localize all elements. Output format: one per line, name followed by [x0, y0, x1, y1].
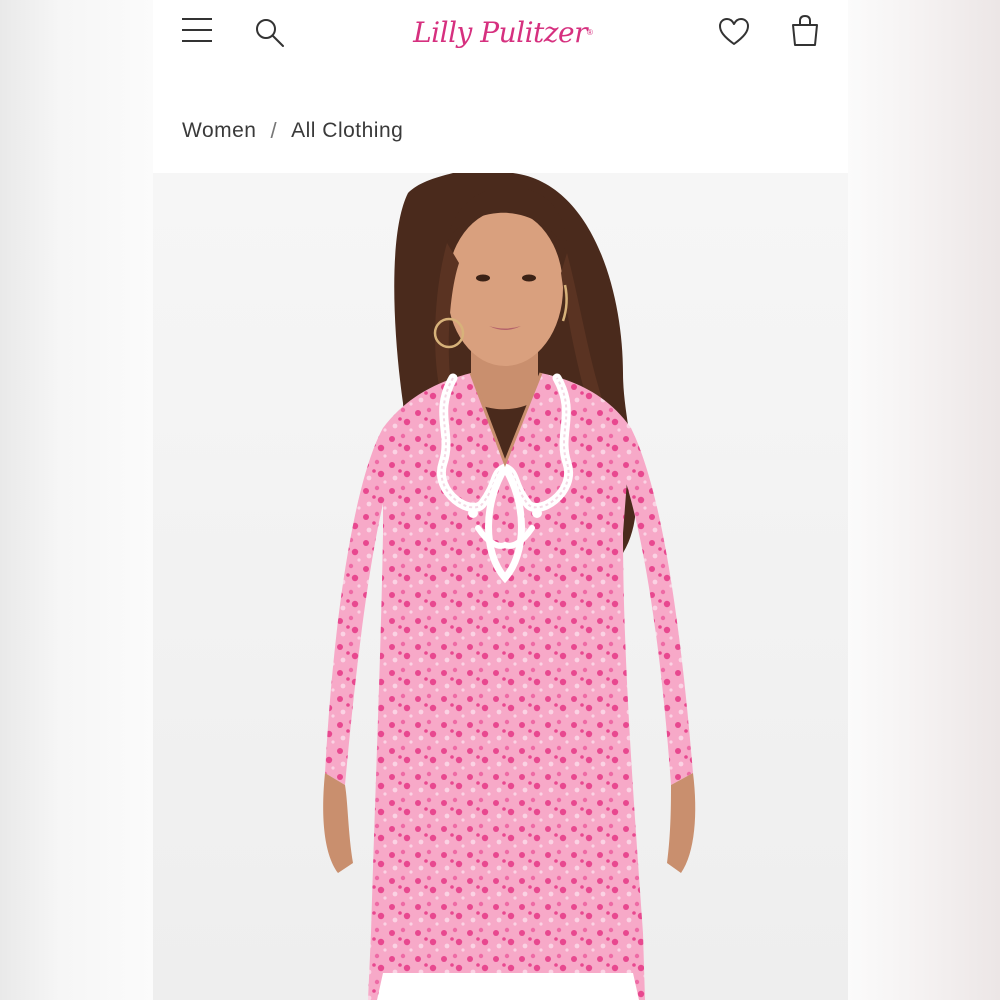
breadcrumb-separator: /	[270, 118, 278, 143]
registered-mark: ®	[587, 27, 593, 37]
search-icon[interactable]	[253, 16, 287, 50]
brand-logo[interactable]: Lilly Pulitzer ®	[403, 4, 603, 60]
heart-icon[interactable]	[717, 16, 751, 48]
breadcrumb: Women / All Clothing	[182, 116, 403, 146]
brand-logo-text: Lilly Pulitzer	[413, 15, 587, 49]
site-header: Lilly Pulitzer ®	[153, 0, 848, 64]
hamburger-menu-icon[interactable]	[182, 16, 214, 46]
product-image[interactable]	[153, 173, 848, 1000]
breadcrumb-item-women[interactable]: Women	[182, 119, 256, 143]
product-page: Lilly Pulitzer ® Women / All Clothing	[153, 0, 848, 1000]
shopping-bag-icon[interactable]	[789, 14, 821, 48]
breadcrumb-item-all-clothing[interactable]: All Clothing	[291, 119, 403, 143]
